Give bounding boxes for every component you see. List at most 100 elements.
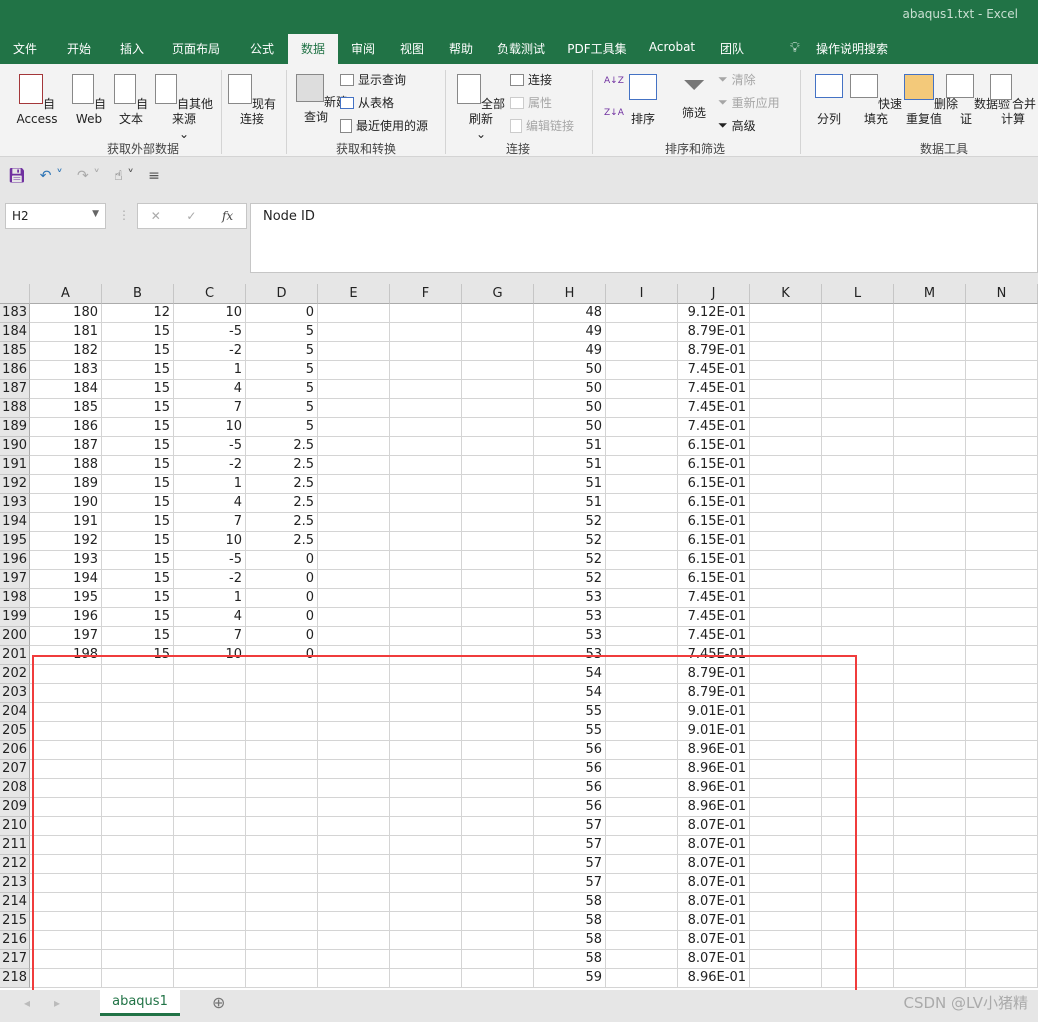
cell-K212[interactable] (750, 855, 822, 874)
cell-E202[interactable] (318, 665, 390, 684)
cell-E200[interactable] (318, 627, 390, 646)
cell-J206[interactable]: 8.96E-01 (678, 741, 750, 760)
cell-J201[interactable]: 7.45E-01 (678, 646, 750, 665)
refresh-all-button[interactable]: 全部刷新 ⌄ (454, 74, 508, 142)
cell-C216[interactable] (174, 931, 246, 950)
cell-F186[interactable] (390, 361, 462, 380)
row-header[interactable]: 217 (0, 950, 30, 969)
cell-C184[interactable]: -5 (174, 323, 246, 342)
cell-A216[interactable] (30, 931, 102, 950)
cell-N201[interactable] (966, 646, 1038, 665)
cell-A186[interactable]: 183 (30, 361, 102, 380)
cell-D198[interactable]: 0 (246, 589, 318, 608)
cell-B214[interactable] (102, 893, 174, 912)
cell-E188[interactable] (318, 399, 390, 418)
cell-N192[interactable] (966, 475, 1038, 494)
cell-M199[interactable] (894, 608, 966, 627)
cell-C206[interactable] (174, 741, 246, 760)
cell-B185[interactable]: 15 (102, 342, 174, 361)
cell-M186[interactable] (894, 361, 966, 380)
tab-3[interactable]: 页面布局 (156, 34, 236, 64)
cell-I213[interactable] (606, 874, 678, 893)
cell-N196[interactable] (966, 551, 1038, 570)
cell-M197[interactable] (894, 570, 966, 589)
cell-M195[interactable] (894, 532, 966, 551)
row-header[interactable]: 196 (0, 551, 30, 570)
cell-C198[interactable]: 1 (174, 589, 246, 608)
cell-B194[interactable]: 15 (102, 513, 174, 532)
cell-M189[interactable] (894, 418, 966, 437)
cell-K197[interactable] (750, 570, 822, 589)
cell-M217[interactable] (894, 950, 966, 969)
cell-F193[interactable] (390, 494, 462, 513)
cell-B218[interactable] (102, 969, 174, 988)
cell-F198[interactable] (390, 589, 462, 608)
cell-G210[interactable] (462, 817, 534, 836)
cell-F214[interactable] (390, 893, 462, 912)
row-header[interactable]: 216 (0, 931, 30, 950)
cell-K211[interactable] (750, 836, 822, 855)
cell-F209[interactable] (390, 798, 462, 817)
cell-E204[interactable] (318, 703, 390, 722)
cell-J193[interactable]: 6.15E-01 (678, 494, 750, 513)
cell-I184[interactable] (606, 323, 678, 342)
sort-descending-icon[interactable]: Z↓A (604, 108, 624, 118)
cell-H200[interactable]: 53 (534, 627, 606, 646)
cell-J187[interactable]: 7.45E-01 (678, 380, 750, 399)
cell-G207[interactable] (462, 760, 534, 779)
cell-M200[interactable] (894, 627, 966, 646)
cell-K218[interactable] (750, 969, 822, 988)
tell-me-search[interactable]: 操作说明搜索 (816, 40, 888, 57)
cell-H204[interactable]: 55 (534, 703, 606, 722)
cell-B215[interactable] (102, 912, 174, 931)
add-sheet-icon[interactable]: ⊕ (212, 993, 225, 1012)
cell-H193[interactable]: 51 (534, 494, 606, 513)
cell-G191[interactable] (462, 456, 534, 475)
cell-D197[interactable]: 0 (246, 570, 318, 589)
cell-N183[interactable] (966, 304, 1038, 323)
cell-C191[interactable]: -2 (174, 456, 246, 475)
cell-M209[interactable] (894, 798, 966, 817)
tab-7[interactable]: 视图 (388, 34, 436, 64)
cell-L189[interactable] (822, 418, 894, 437)
cell-G192[interactable] (462, 475, 534, 494)
row-header[interactable]: 193 (0, 494, 30, 513)
from-text-button[interactable]: 自文本 (110, 74, 152, 127)
tab-5[interactable]: 数据 (288, 34, 338, 64)
tab-9[interactable]: 负载测试 (486, 34, 556, 64)
cell-J209[interactable]: 8.96E-01 (678, 798, 750, 817)
cell-F204[interactable] (390, 703, 462, 722)
column-header-K[interactable]: K (750, 284, 822, 304)
cell-C209[interactable] (174, 798, 246, 817)
cell-L217[interactable] (822, 950, 894, 969)
tab-4[interactable]: 公式 (236, 34, 288, 64)
cell-L209[interactable] (822, 798, 894, 817)
cell-M204[interactable] (894, 703, 966, 722)
cell-M208[interactable] (894, 779, 966, 798)
cell-F200[interactable] (390, 627, 462, 646)
cell-F217[interactable] (390, 950, 462, 969)
cell-J212[interactable]: 8.07E-01 (678, 855, 750, 874)
cell-M188[interactable] (894, 399, 966, 418)
cell-H187[interactable]: 50 (534, 380, 606, 399)
cell-D216[interactable] (246, 931, 318, 950)
cell-D189[interactable]: 5 (246, 418, 318, 437)
cell-L215[interactable] (822, 912, 894, 931)
cell-F188[interactable] (390, 399, 462, 418)
cell-H195[interactable]: 52 (534, 532, 606, 551)
cell-B189[interactable]: 15 (102, 418, 174, 437)
cell-M192[interactable] (894, 475, 966, 494)
cell-G184[interactable] (462, 323, 534, 342)
cell-B205[interactable] (102, 722, 174, 741)
text-to-columns-button[interactable]: 分列 (812, 74, 846, 127)
cell-E192[interactable] (318, 475, 390, 494)
cell-K210[interactable] (750, 817, 822, 836)
cell-D210[interactable] (246, 817, 318, 836)
cell-I211[interactable] (606, 836, 678, 855)
cell-C185[interactable]: -2 (174, 342, 246, 361)
cell-C187[interactable]: 4 (174, 380, 246, 399)
cell-J195[interactable]: 6.15E-01 (678, 532, 750, 551)
cell-F218[interactable] (390, 969, 462, 988)
cell-F211[interactable] (390, 836, 462, 855)
cell-I191[interactable] (606, 456, 678, 475)
